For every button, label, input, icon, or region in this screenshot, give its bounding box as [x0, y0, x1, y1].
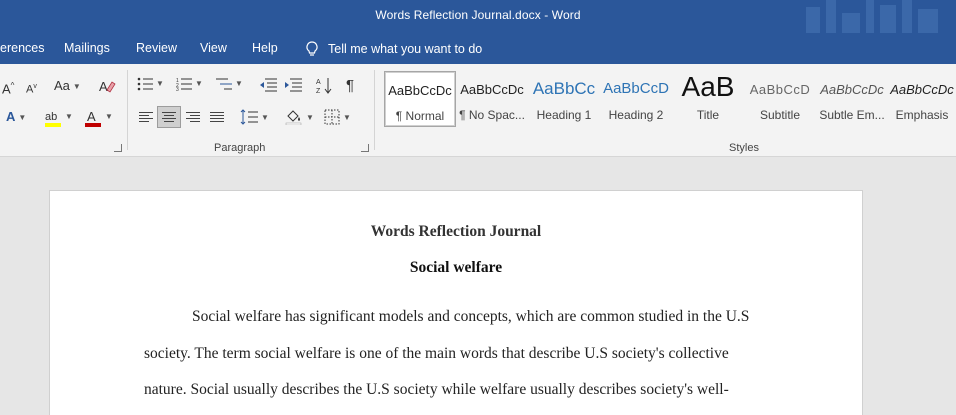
style-heading-1[interactable]: AaBbCc Heading 1: [528, 71, 600, 127]
font-color-button[interactable]: A ▼: [84, 108, 113, 133]
style-sample: AaBbCcD: [749, 82, 811, 97]
paragraph-line: society. The term social welfare is one …: [144, 345, 729, 362]
styles-group-label: Styles: [729, 142, 759, 154]
style-name: ¶ Normal: [395, 109, 445, 123]
tell-me-search[interactable]: Tell me what you want to do: [306, 41, 482, 57]
style-sample: AaBbCcDc: [388, 83, 452, 98]
numbering-icon: 123: [176, 78, 192, 93]
shading-button[interactable]: ▼: [285, 109, 314, 130]
multilevel-list-button[interactable]: ▼: [216, 77, 243, 96]
document-page[interactable]: Words Reflection Journal Social welfare …: [49, 190, 863, 415]
justify-button[interactable]: [205, 106, 229, 128]
bullets-icon: [137, 77, 153, 91]
style-sample: AaB: [681, 71, 735, 102]
ribbon-tabs: erences Mailings Review View Help Tell m…: [0, 33, 956, 64]
svg-text:A: A: [99, 79, 108, 94]
style-name: Subtle Em...: [819, 108, 885, 122]
document-subtitle: Social welfare: [409, 259, 503, 276]
text-effects-button[interactable]: A ▼: [6, 109, 26, 126]
align-right-button[interactable]: [181, 106, 205, 128]
decrease-indent-icon[interactable]: [259, 78, 277, 92]
align-right-icon: [186, 112, 200, 122]
numbering-button[interactable]: 1 2 3 ▼: [176, 77, 203, 96]
style-subtle-emphasis[interactable]: AaBbCcDc Subtle Em...: [816, 71, 888, 127]
svg-text:3: 3: [176, 87, 179, 91]
highlight-color-button[interactable]: ab ▼: [44, 108, 73, 133]
style-name: ¶ No Spac...: [459, 108, 525, 122]
font-color-icon: A: [85, 109, 101, 127]
tab-view[interactable]: View: [200, 41, 227, 55]
ribbon: A^ Av Aa ▼ A A ▼ ab ▼ A ▼ ▼ 1 2 3 ▼ ▼ AZ ¶ ▼: [0, 64, 956, 157]
change-case-button[interactable]: Aa ▼: [54, 78, 81, 95]
shrink-font-button[interactable]: Av: [26, 79, 37, 98]
style-name: Subtitle: [759, 108, 801, 122]
style-sample: AaBbCcDc: [460, 82, 524, 97]
clear-formatting-icon[interactable]: A: [98, 78, 116, 94]
svg-text:A: A: [316, 79, 321, 86]
style-subtitle[interactable]: AaBbCcD Subtitle: [744, 71, 816, 127]
tell-me-label: Tell me what you want to do: [328, 42, 483, 56]
tab-references[interactable]: erences: [0, 41, 44, 55]
style-emphasis[interactable]: AaBbCcDc Emphasis: [888, 71, 956, 127]
style-name: Heading 2: [608, 108, 664, 122]
grow-font-button[interactable]: A^: [2, 78, 14, 97]
style-name: Emphasis: [895, 108, 949, 122]
paragraph-line: nature. Social usually describes the U.S…: [144, 381, 729, 398]
style-sample: AaBbCcDc: [890, 82, 954, 97]
style-sample: AaBbCcDc: [820, 82, 884, 97]
font-dialog-launcher[interactable]: [114, 144, 122, 152]
style-sample: AaBbCc: [532, 79, 596, 98]
paragraph-group-label: Paragraph: [214, 142, 266, 154]
lightbulb-icon: [306, 41, 318, 56]
svg-text:Z: Z: [316, 88, 321, 94]
style-title[interactable]: AaB Title: [672, 71, 744, 127]
paragraph-dialog-launcher[interactable]: [361, 144, 369, 152]
style-no-spacing[interactable]: AaBbCcDc ¶ No Spac...: [456, 71, 528, 127]
style-sample: AaBbCcD: [603, 80, 669, 97]
borders-icon: [324, 109, 340, 125]
align-left-button[interactable]: [134, 106, 158, 128]
paragraph-line: Social welfare has significant models an…: [192, 308, 750, 325]
paint-bucket-icon: [285, 110, 302, 126]
justify-icon: [210, 112, 224, 122]
tab-help[interactable]: Help: [252, 41, 278, 55]
style-name: Title: [696, 108, 720, 122]
style-name: Heading 1: [536, 108, 592, 122]
borders-button[interactable]: ▼: [324, 109, 351, 130]
svg-text:A: A: [87, 109, 96, 124]
highlighter-icon: ab: [45, 111, 61, 127]
title-bar-pattern: [796, 0, 956, 33]
sort-icon[interactable]: AZ: [316, 77, 332, 94]
increase-indent-icon[interactable]: [284, 78, 302, 92]
svg-text:ab: ab: [45, 111, 57, 123]
style-heading-2[interactable]: AaBbCcD Heading 2: [600, 71, 672, 127]
title-bar: Words Reflection Journal.docx - Word: [0, 0, 956, 33]
tab-mailings[interactable]: Mailings: [64, 41, 110, 55]
align-center-icon: [162, 112, 176, 122]
document-title: Words Reflection Journal: [370, 223, 542, 240]
line-spacing-icon: [240, 109, 258, 125]
tab-review[interactable]: Review: [136, 41, 177, 55]
align-left-icon: [139, 112, 153, 122]
multilevel-list-icon: [216, 78, 232, 90]
line-spacing-button[interactable]: ▼: [240, 109, 269, 130]
bullets-button[interactable]: ▼: [137, 77, 164, 96]
style-normal[interactable]: AaBbCcDc ¶ Normal: [384, 71, 456, 127]
center-button[interactable]: [157, 106, 181, 128]
show-formatting-marks-button[interactable]: ¶: [346, 78, 354, 94]
